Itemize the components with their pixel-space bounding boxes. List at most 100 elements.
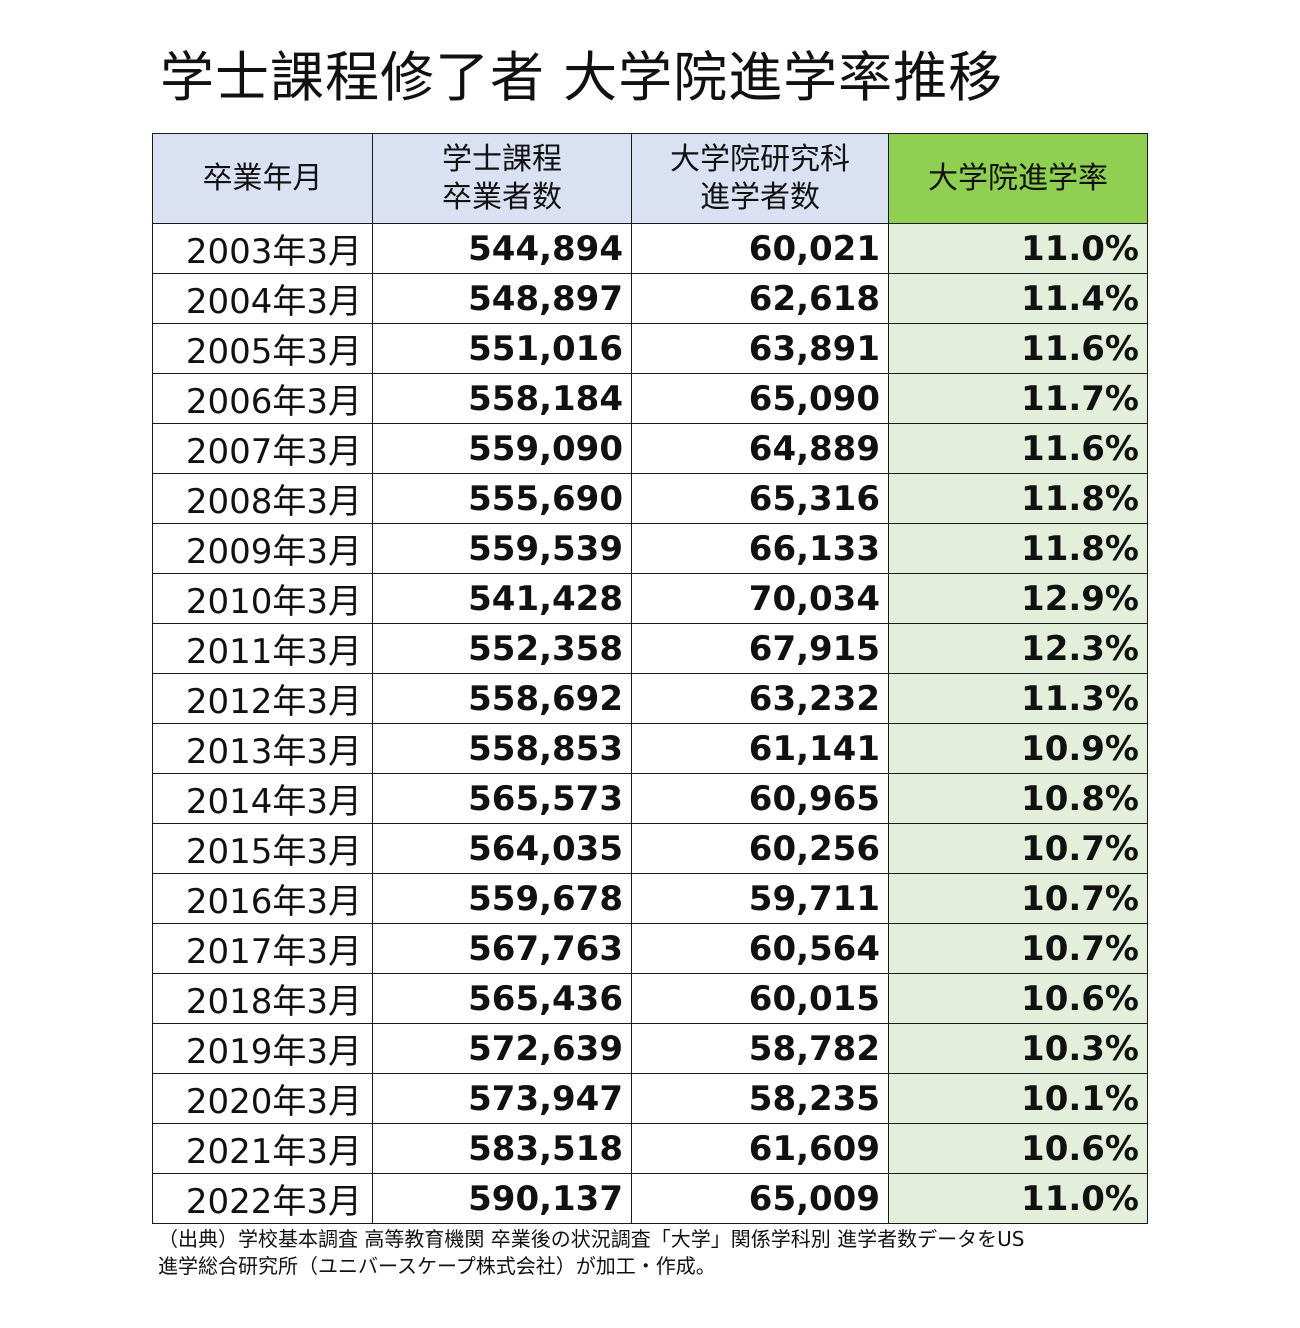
header-line: 大学院研究科	[670, 141, 850, 177]
cell-grad-school-rate: 11.8%	[888, 473, 1148, 524]
header-line: 学士課程	[442, 141, 562, 177]
cell-grad-school-rate: 11.3%	[888, 673, 1148, 724]
cell-bachelor-graduates: 583,518	[372, 1123, 632, 1174]
cell-grad-school-rate: 10.7%	[888, 873, 1148, 924]
cell-grad-school-rate: 10.8%	[888, 773, 1148, 824]
cell-graduation-month: 2022年3月	[152, 1173, 373, 1224]
cell-bachelor-graduates: 564,035	[372, 823, 632, 874]
cell-grad-school-rate: 10.6%	[888, 1123, 1148, 1174]
table-row: 2016年3月 559,678 59,711 10.7%	[152, 873, 1148, 924]
cell-graduation-month: 2004年3月	[152, 273, 373, 324]
cell-grad-school-rate: 10.6%	[888, 973, 1148, 1024]
cell-graduation-month: 2011年3月	[152, 623, 373, 674]
cell-grad-school-rate: 11.7%	[888, 373, 1148, 424]
source-note-line: （出典）学校基本調査 高等教育機関 卒業後の状況調査「大学」関係学科別 進学者数…	[158, 1227, 1025, 1251]
table-row: 2008年3月 555,690 65,316 11.8%	[152, 473, 1148, 524]
cell-grad-school-entrants: 62,618	[631, 273, 889, 324]
header-grad-school-rate: 大学院進学率	[888, 133, 1148, 224]
table-row: 2007年3月 559,090 64,889 11.6%	[152, 423, 1148, 474]
cell-graduation-month: 2009年3月	[152, 523, 373, 574]
source-note: （出典）学校基本調査 高等教育機関 卒業後の状況調査「大学」関係学科別 進学者数…	[158, 1226, 1158, 1280]
table-row: 2003年3月 544,894 60,021 11.0%	[152, 223, 1148, 274]
cell-grad-school-entrants: 60,564	[631, 923, 889, 974]
table-row: 2017年3月 567,763 60,564 10.7%	[152, 923, 1148, 974]
table-row: 2019年3月 572,639 58,782 10.3%	[152, 1023, 1148, 1074]
table-row: 2018年3月 565,436 60,015 10.6%	[152, 973, 1148, 1024]
cell-grad-school-rate: 11.4%	[888, 273, 1148, 324]
cell-bachelor-graduates: 573,947	[372, 1073, 632, 1124]
cell-bachelor-graduates: 541,428	[372, 573, 632, 624]
cell-grad-school-rate: 10.7%	[888, 823, 1148, 874]
table-body: 2003年3月 544,894 60,021 11.0% 2004年3月 548,897 6…	[152, 223, 1148, 1224]
cell-grad-school-entrants: 64,889	[631, 423, 889, 474]
cell-bachelor-graduates: 548,897	[372, 273, 632, 324]
cell-graduation-month: 2007年3月	[152, 423, 373, 474]
table-row: 2010年3月 541,428 70,034 12.9%	[152, 573, 1148, 624]
header-line: 進学者数	[700, 179, 820, 215]
header-line: 卒業年月	[202, 160, 323, 196]
cell-grad-school-entrants: 66,133	[631, 523, 889, 574]
cell-graduation-month: 2015年3月	[152, 823, 373, 874]
source-note-line: 進学総合研究所（ユニバースケープ株式会社）が加工・作成。	[158, 1254, 716, 1278]
table-row: 2011年3月 552,358 67,915 12.3%	[152, 623, 1148, 674]
cell-graduation-month: 2018年3月	[152, 973, 373, 1024]
cell-grad-school-entrants: 58,235	[631, 1073, 889, 1124]
cell-grad-school-rate: 12.3%	[888, 623, 1148, 674]
cell-grad-school-entrants: 67,915	[631, 623, 889, 674]
cell-grad-school-rate: 10.7%	[888, 923, 1148, 974]
cell-graduation-month: 2003年3月	[152, 223, 373, 274]
cell-bachelor-graduates: 558,853	[372, 723, 632, 774]
cell-graduation-month: 2019年3月	[152, 1023, 373, 1074]
header-bachelor-graduates: 学士課程 卒業者数	[372, 133, 632, 224]
cell-graduation-month: 2013年3月	[152, 723, 373, 774]
cell-bachelor-graduates: 555,690	[372, 473, 632, 524]
cell-bachelor-graduates: 565,573	[372, 773, 632, 824]
cell-grad-school-entrants: 63,891	[631, 323, 889, 374]
cell-grad-school-rate: 11.0%	[888, 1173, 1148, 1224]
cell-bachelor-graduates: 559,090	[372, 423, 632, 474]
cell-grad-school-entrants: 63,232	[631, 673, 889, 724]
cell-grad-school-rate: 10.3%	[888, 1023, 1148, 1074]
cell-grad-school-rate: 10.1%	[888, 1073, 1148, 1124]
table-row: 2004年3月 548,897 62,618 11.4%	[152, 273, 1148, 324]
header-graduation-month: 卒業年月	[152, 133, 373, 224]
table-row: 2005年3月 551,016 63,891 11.6%	[152, 323, 1148, 374]
header-line: 大学院進学率	[928, 160, 1108, 196]
header-row: 卒業年月 学士課程 卒業者数 大学院研究科 進学者数 大学院進学率	[152, 133, 1148, 224]
cell-grad-school-rate: 12.9%	[888, 573, 1148, 624]
cell-grad-school-entrants: 65,009	[631, 1173, 889, 1224]
cell-graduation-month: 2008年3月	[152, 473, 373, 524]
cell-bachelor-graduates: 565,436	[372, 973, 632, 1024]
cell-grad-school-entrants: 61,609	[631, 1123, 889, 1174]
header-line: 卒業者数	[442, 179, 562, 215]
table-row: 2022年3月 590,137 65,009 11.0%	[152, 1173, 1148, 1224]
table-row: 2015年3月 564,035 60,256 10.7%	[152, 823, 1148, 874]
cell-graduation-month: 2017年3月	[152, 923, 373, 974]
table-row: 2014年3月 565,573 60,965 10.8%	[152, 773, 1148, 824]
graduate-school-rate-table: 卒業年月 学士課程 卒業者数 大学院研究科 進学者数 大学院進学率 2003年3…	[152, 133, 1148, 1224]
cell-grad-school-entrants: 60,965	[631, 773, 889, 824]
cell-bachelor-graduates: 544,894	[372, 223, 632, 274]
cell-grad-school-rate: 10.9%	[888, 723, 1148, 774]
cell-graduation-month: 2020年3月	[152, 1073, 373, 1124]
header-grad-school-entrants: 大学院研究科 進学者数	[631, 133, 889, 224]
cell-grad-school-entrants: 60,256	[631, 823, 889, 874]
cell-bachelor-graduates: 558,692	[372, 673, 632, 724]
cell-bachelor-graduates: 590,137	[372, 1173, 632, 1224]
cell-bachelor-graduates: 552,358	[372, 623, 632, 674]
table-title: 学士課程修了者 大学院進学率推移	[160, 46, 1004, 109]
cell-graduation-month: 2005年3月	[152, 323, 373, 374]
table-row: 2009年3月 559,539 66,133 11.8%	[152, 523, 1148, 574]
cell-grad-school-entrants: 59,711	[631, 873, 889, 924]
cell-bachelor-graduates: 567,763	[372, 923, 632, 974]
cell-bachelor-graduates: 551,016	[372, 323, 632, 374]
cell-grad-school-entrants: 65,090	[631, 373, 889, 424]
table-row: 2012年3月 558,692 63,232 11.3%	[152, 673, 1148, 724]
cell-graduation-month: 2010年3月	[152, 573, 373, 624]
cell-graduation-month: 2016年3月	[152, 873, 373, 924]
cell-bachelor-graduates: 558,184	[372, 373, 632, 424]
cell-grad-school-rate: 11.6%	[888, 423, 1148, 474]
cell-bachelor-graduates: 559,539	[372, 523, 632, 574]
cell-graduation-month: 2006年3月	[152, 373, 373, 424]
cell-grad-school-entrants: 58,782	[631, 1023, 889, 1074]
